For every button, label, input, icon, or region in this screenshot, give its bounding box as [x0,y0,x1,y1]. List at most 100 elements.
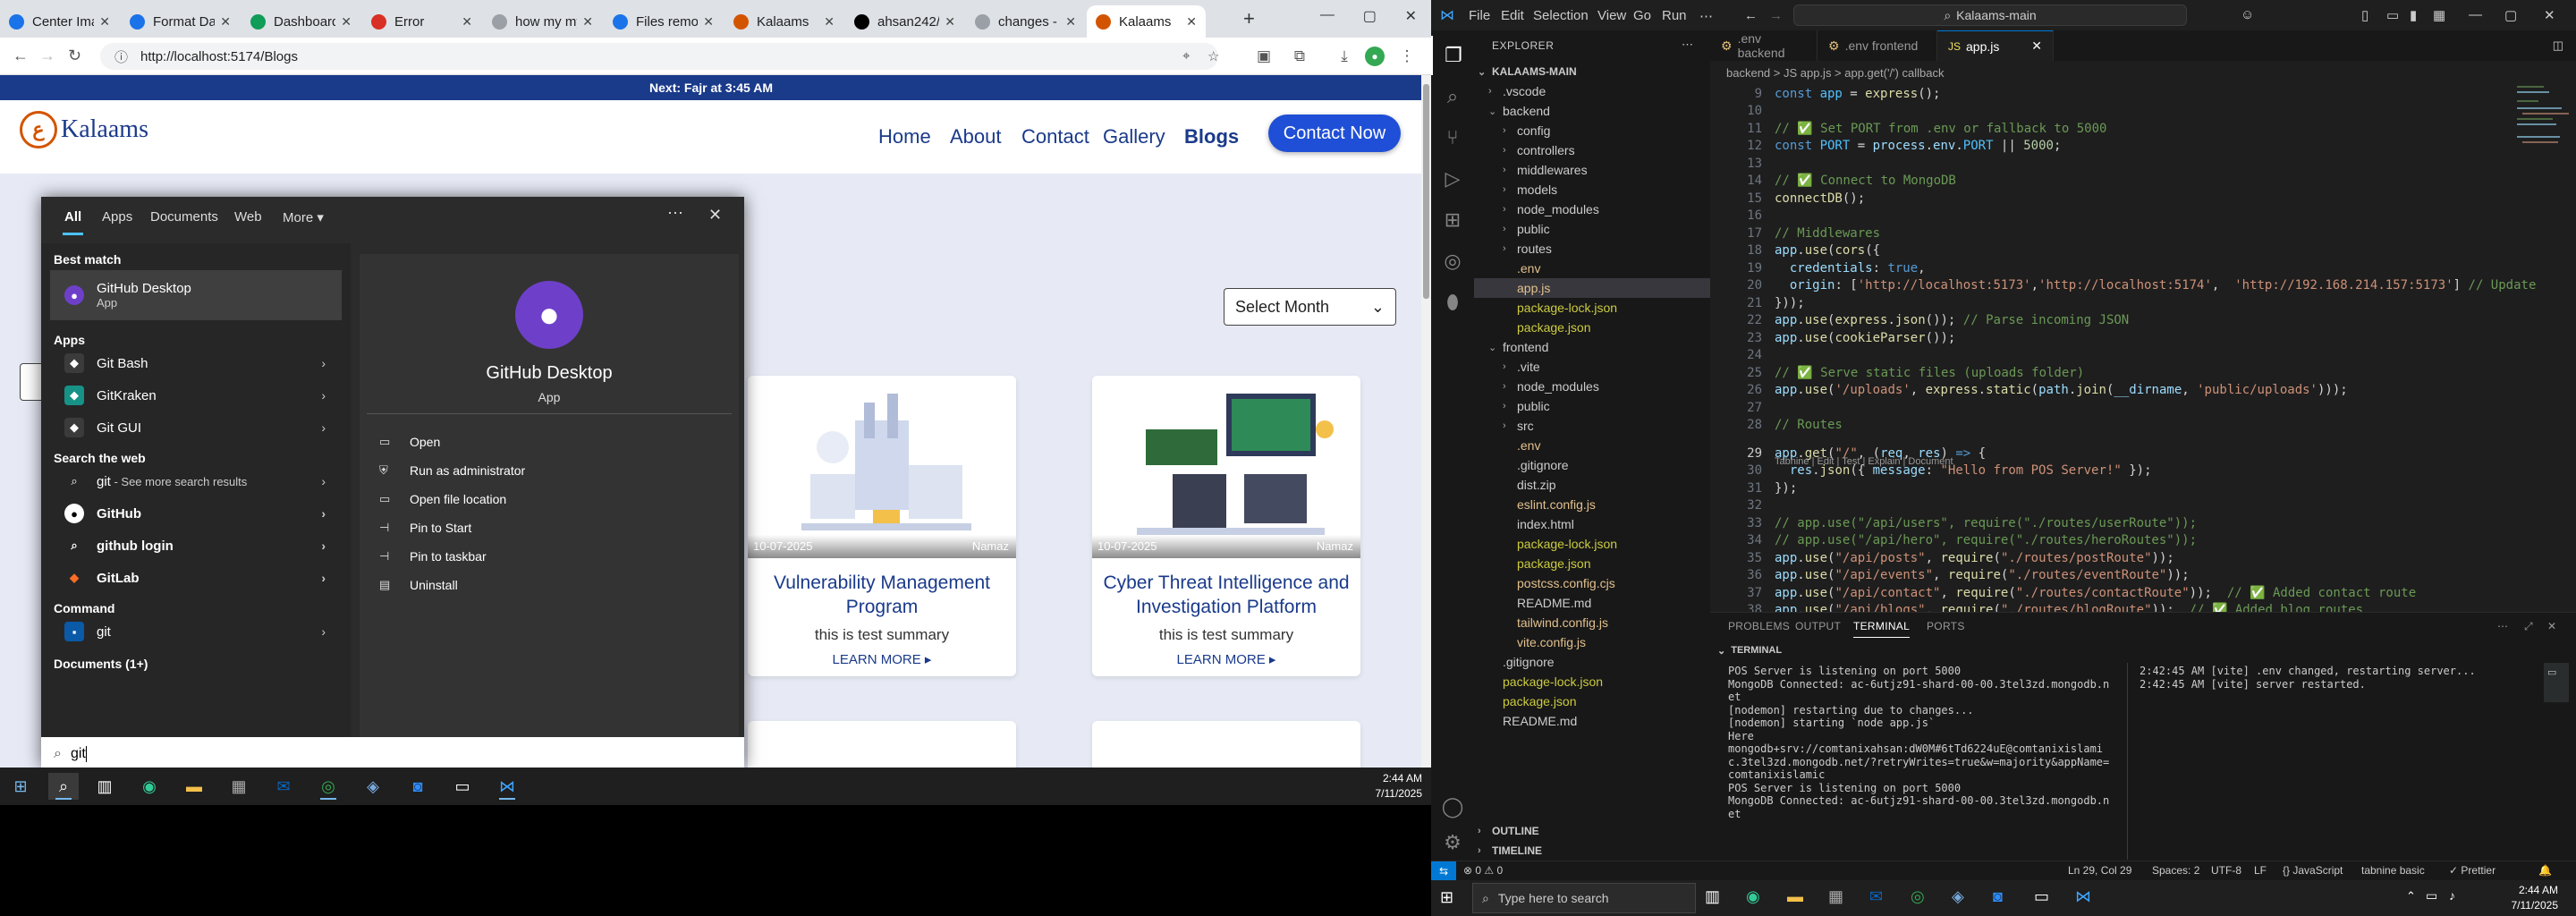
select-month-dropdown[interactable]: Select Month ⌄ [1224,288,1396,326]
outline-section[interactable]: › OUTLINE [1478,821,1539,841]
minimize-icon[interactable]: — [2469,7,2482,22]
tree-folder[interactable]: › .vite [1474,357,1710,377]
problems-count[interactable]: ⊗ 0 ⚠ 0 [1463,864,1503,877]
tree-folder[interactable]: › controllers [1474,140,1710,160]
app-gitkraken[interactable]: ◆ GitKraken › [50,379,342,411]
close-search-icon[interactable]: ✕ [708,206,722,225]
network-icon[interactable]: ▭ [2426,888,2437,903]
mongodb-icon[interactable]: ⬮ [1431,283,1474,322]
chevron-right-icon[interactable]: › [321,624,326,639]
search-icon[interactable]: ⌕ [48,773,79,800]
tree-folder[interactable]: › models [1474,180,1710,199]
code-line[interactable]: 19 credentials: true, [1710,259,1925,276]
browser-tab[interactable]: changes - a ✕ [966,5,1085,38]
tab-app-js[interactable]: JS app.js ✕ [1937,30,2054,61]
file-explorer-icon[interactable]: ▬ [1787,887,1803,906]
bookmark-star-icon[interactable]: ☆ [1208,48,1219,64]
close-panel-icon[interactable]: ✕ [2547,620,2556,632]
tree-file[interactable]: package.json [1474,554,1710,573]
run-debug-icon[interactable]: ▷ [1431,159,1474,199]
code-line[interactable]: 15 connectDB (); [1710,190,1865,207]
location-icon[interactable]: ⌖ [1182,48,1190,64]
puzzle-icon[interactable]: ⧉ [1288,45,1311,68]
taskbar-search-box[interactable]: ⌕ Type here to search [1472,883,1696,913]
app-icon[interactable]: ◈ [1952,887,1964,906]
tree-folder[interactable]: ⌄ backend [1474,101,1710,121]
site-logo[interactable]: ع Kalaams [20,111,148,148]
taskbar-clock[interactable]: 2:44 AM 7/11/2025 [1376,771,1423,802]
tree-folder[interactable]: › public [1474,396,1710,416]
browser-tab[interactable]: Format Dat ✕ [121,5,240,38]
action-uninstall[interactable]: ▤ Uninstall [379,578,458,592]
nav-home[interactable]: Home [878,125,931,148]
tab-documents[interactable]: Documents [150,209,218,225]
code-line[interactable]: 27 [1710,399,1775,416]
copilot-icon[interactable]: ☺ [2241,7,2254,22]
close-tab-icon[interactable]: ✕ [341,14,352,30]
code-line[interactable]: 9 const app = express (); [1710,85,1941,102]
tree-file[interactable]: README.md [1474,711,1710,731]
prettier-status[interactable]: ✓ Prettier [2449,864,2496,877]
more-actions-icon[interactable]: ⋯ [2497,620,2508,632]
more-actions-icon[interactable]: ⋯ [1682,38,1693,52]
tab-more[interactable]: More ▾ [283,209,324,225]
chevron-right-icon[interactable]: › [321,388,326,403]
tree-folder[interactable]: › node_modules [1474,377,1710,396]
code-line[interactable]: 34 // app.use("/api/hero", require("./rou… [1710,532,2197,549]
close-tab-icon[interactable]: ✕ [220,14,231,30]
extensions-icon[interactable]: ⊞ [1431,200,1474,240]
code-line[interactable]: 18 app. use(cors({ [1710,242,1880,259]
tab-apps[interactable]: Apps [102,209,132,225]
minimize-icon[interactable]: — [1320,7,1335,25]
browser-tab[interactable]: Kalaams ✕ [1087,5,1206,38]
code-line[interactable]: 32 [1710,497,1775,514]
terminal-instance-icon[interactable]: ▭ [2544,663,2569,682]
tab-env-backend[interactable]: ⚙ .env backend [1710,30,1818,61]
layout-panel-icon[interactable]: ▭ [2386,7,2399,23]
layout-sidebar-icon[interactable]: ▯ [2361,7,2368,23]
task-view-icon[interactable]: ▥ [89,773,120,800]
close-icon[interactable]: ✕ [2544,7,2555,23]
tree-folder[interactable]: › .vscode [1474,81,1710,101]
code-line[interactable]: 16 [1710,208,1775,225]
customize-layout-icon[interactable]: ▦ [2433,7,2445,23]
close-tab-icon[interactable]: ✕ [824,14,835,30]
tree-file[interactable]: .env [1474,259,1710,278]
learn-more-link[interactable]: LEARN MORE ▸ [748,651,1016,667]
code-line[interactable]: 33 // app.use("/api/users", require("./ro… [1710,514,2197,531]
tabnine-status[interactable]: tabnine basic [2361,864,2425,877]
volume-icon[interactable]: ♪ [2449,888,2455,903]
terminal-output-node[interactable]: POS Server is listening on port 5000 Mon… [1728,665,2122,820]
tab-ports[interactable]: PORTS [1927,620,1965,632]
edge-icon[interactable]: ◉ [1746,887,1760,906]
web-result-github[interactable]: ● GitHub › [50,497,342,530]
tree-file[interactable]: eslint.config.js [1474,495,1710,514]
tab-web[interactable]: Web [234,209,262,225]
card-title[interactable]: Vulnerability Management Program [748,571,1016,619]
store-icon[interactable]: ▦ [1828,887,1843,906]
split-editor-icon[interactable]: ◫ [2553,38,2563,53]
tree-file[interactable]: package-lock.json [1474,534,1710,554]
code-line[interactable]: 36 app. use("/api/events", require("./rout… [1710,567,2190,584]
search-icon[interactable]: ⌕ [1431,77,1474,116]
maximize-icon[interactable]: ▢ [1363,7,1377,25]
scrollbar-thumb[interactable] [1423,84,1429,299]
menu-dots-icon[interactable]: ⋮ [1395,45,1419,68]
chevron-right-icon[interactable]: › [321,474,326,488]
terminal-icon[interactable]: ▭ [2034,887,2049,906]
language-mode[interactable]: {} JavaScript [2283,864,2343,877]
app-git-bash[interactable]: ◆ Git Bash › [50,347,342,379]
close-tab-icon[interactable]: ✕ [99,14,110,30]
edge-icon[interactable]: ◉ [134,773,165,800]
search-box[interactable]: ⌕ git [41,737,744,771]
tree-file[interactable]: postcss.config.cjs [1474,573,1710,593]
source-control-icon[interactable]: ⑂ [1431,118,1474,157]
vscode-icon[interactable]: ⋈ [2075,887,2091,906]
start-windows-icon[interactable]: ⊞ [1440,888,1453,907]
close-tab-icon[interactable]: ✕ [462,14,472,30]
chevron-right-icon[interactable]: › [321,356,326,370]
task-view-icon[interactable]: ▥ [1705,887,1720,906]
nav-blogs[interactable]: Blogs [1184,125,1239,148]
code-line[interactable]: 21})); [1710,294,1805,311]
command-center-search[interactable]: ⌕ Kalaams-main [1793,4,2187,26]
